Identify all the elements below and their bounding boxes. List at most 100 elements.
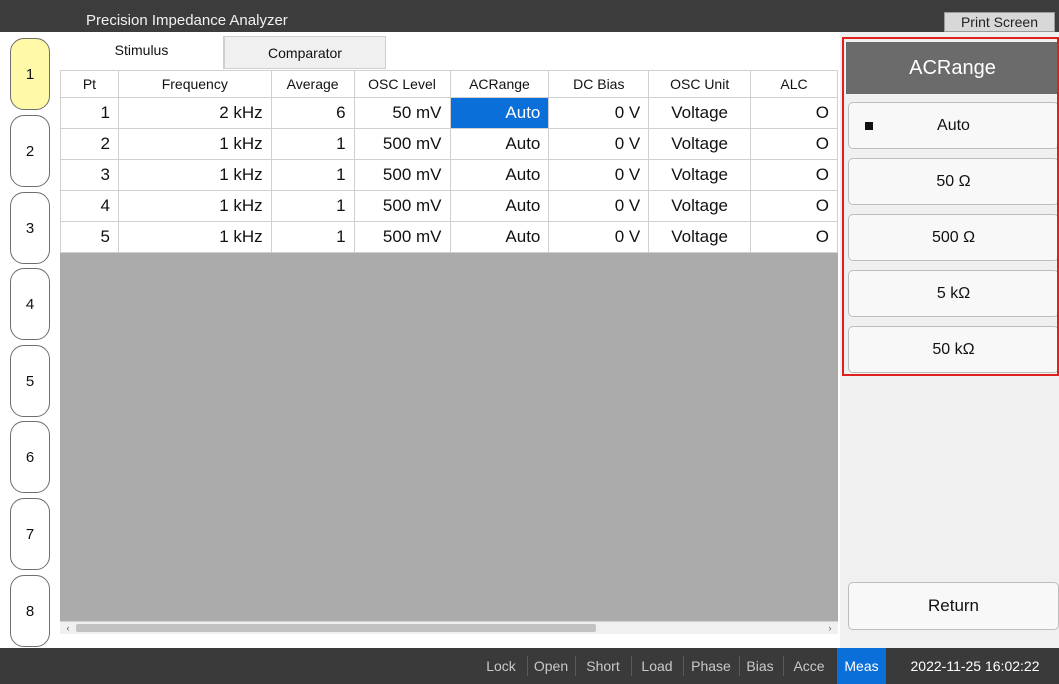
- column-header-average[interactable]: Average: [270, 70, 355, 98]
- status-acce: Acce: [793, 658, 825, 674]
- cell-average[interactable]: 6: [270, 97, 355, 129]
- channel-strip: 1 2 3 4 5 6 7 8: [0, 32, 60, 648]
- sweep-table-area: Pt Frequency Average OSC Level ACRange D…: [60, 70, 838, 621]
- channel-button-8[interactable]: 8: [10, 575, 50, 647]
- title-bar: Precision Impedance Analyzer Print Scree…: [0, 0, 1059, 32]
- cell-osc-unit[interactable]: Voltage: [648, 97, 752, 129]
- cell-average[interactable]: 1: [270, 128, 355, 160]
- column-header-osc-unit[interactable]: OSC Unit: [648, 70, 752, 98]
- cell-pt[interactable]: 4: [60, 190, 119, 222]
- scrollbar-thumb[interactable]: [76, 624, 596, 632]
- status-bar: Lock Open Short Load Phase Bias Acce Mea…: [0, 648, 1059, 684]
- column-header-dc-bias[interactable]: DC Bias: [548, 70, 650, 98]
- cell-osc-level[interactable]: 500 mV: [353, 221, 451, 253]
- column-header-frequency[interactable]: Frequency: [117, 70, 272, 98]
- cell-pt[interactable]: 5: [60, 221, 119, 253]
- status-bias: Bias: [746, 658, 774, 674]
- column-header-acrange[interactable]: ACRange: [449, 70, 550, 98]
- cell-pt[interactable]: 2: [60, 128, 119, 160]
- softkey-menu-title: ACRange: [846, 42, 1059, 94]
- cell-pt[interactable]: 1: [60, 97, 119, 129]
- return-button[interactable]: Return: [848, 582, 1059, 630]
- cell-acrange[interactable]: Auto: [449, 159, 550, 191]
- column-header-osc-level[interactable]: OSC Level: [353, 70, 451, 98]
- option-label: Auto: [937, 116, 970, 134]
- tab-stimulus[interactable]: Stimulus: [60, 36, 224, 69]
- table-row[interactable]: 3 1 kHz 1 500 mV Auto 0 V Voltage O: [60, 159, 838, 191]
- table-row[interactable]: 5 1 kHz 1 500 mV Auto 0 V Voltage O: [60, 221, 838, 253]
- column-header-pt[interactable]: Pt: [60, 70, 119, 98]
- cell-acrange-selected[interactable]: Auto: [449, 97, 550, 129]
- sweep-table: Pt Frequency Average OSC Level ACRange D…: [60, 70, 838, 253]
- channel-button-4[interactable]: 4: [10, 268, 50, 340]
- cell-alc[interactable]: O: [750, 190, 838, 222]
- option-label: 50 kΩ: [932, 340, 975, 358]
- cell-osc-level[interactable]: 500 mV: [353, 190, 451, 222]
- status-phase: Phase: [691, 658, 731, 674]
- cell-osc-level[interactable]: 50 mV: [353, 97, 451, 129]
- option-label: 50 Ω: [936, 172, 971, 190]
- cell-dc-bias[interactable]: 0 V: [548, 97, 650, 129]
- cell-dc-bias[interactable]: 0 V: [548, 221, 650, 253]
- cell-average[interactable]: 1: [270, 190, 355, 222]
- cell-frequency[interactable]: 1 kHz: [117, 190, 272, 222]
- option-label: 5 kΩ: [936, 284, 971, 302]
- cell-average[interactable]: 1: [270, 221, 355, 253]
- status-short: Short: [586, 658, 620, 674]
- cell-alc[interactable]: O: [750, 97, 838, 129]
- status-divider: [683, 656, 684, 676]
- channel-button-6[interactable]: 6: [10, 421, 50, 493]
- print-screen-button[interactable]: Print Screen: [944, 12, 1055, 32]
- cell-pt[interactable]: 3: [60, 159, 119, 191]
- channel-button-1[interactable]: 1: [10, 38, 50, 110]
- status-meas: Meas: [837, 648, 886, 684]
- cell-frequency[interactable]: 1 kHz: [117, 159, 272, 191]
- acrange-option-5k-ohm[interactable]: 5 kΩ: [848, 270, 1059, 317]
- status-lock: Lock: [486, 658, 516, 674]
- cell-frequency[interactable]: 1 kHz: [117, 221, 272, 253]
- table-row[interactable]: 1 2 kHz 6 50 mV Auto 0 V Voltage O: [60, 97, 838, 129]
- chevron-right-icon[interactable]: ›: [824, 622, 836, 634]
- tab-comparator[interactable]: Comparator: [224, 36, 386, 69]
- cell-dc-bias[interactable]: 0 V: [548, 128, 650, 160]
- option-label: 500 Ω: [931, 228, 976, 246]
- cell-osc-unit[interactable]: Voltage: [648, 221, 752, 253]
- acrange-option-auto[interactable]: Auto: [848, 102, 1059, 149]
- square-bullet-icon: [865, 122, 873, 130]
- channel-button-2[interactable]: 2: [10, 115, 50, 187]
- status-divider: [631, 656, 632, 676]
- cell-average[interactable]: 1: [270, 159, 355, 191]
- chevron-left-icon[interactable]: ‹: [62, 622, 74, 634]
- cell-frequency[interactable]: 2 kHz: [117, 97, 272, 129]
- cell-alc[interactable]: O: [750, 159, 838, 191]
- channel-button-5[interactable]: 5: [10, 345, 50, 417]
- cell-dc-bias[interactable]: 0 V: [548, 159, 650, 191]
- status-divider: [575, 656, 576, 676]
- cell-dc-bias[interactable]: 0 V: [548, 190, 650, 222]
- cell-frequency[interactable]: 1 kHz: [117, 128, 272, 160]
- cell-osc-level[interactable]: 500 mV: [353, 128, 451, 160]
- channel-button-3[interactable]: 3: [10, 192, 50, 264]
- cell-alc[interactable]: O: [750, 128, 838, 160]
- cell-osc-unit[interactable]: Voltage: [648, 159, 752, 191]
- channel-button-7[interactable]: 7: [10, 498, 50, 570]
- status-datetime: 2022-11-25 16:02:22: [910, 658, 1040, 674]
- cell-alc[interactable]: O: [750, 221, 838, 253]
- acrange-option-50-ohm[interactable]: 50 Ω: [848, 158, 1059, 205]
- cell-acrange[interactable]: Auto: [449, 128, 550, 160]
- cell-osc-unit[interactable]: Voltage: [648, 190, 752, 222]
- acrange-option-50k-ohm[interactable]: 50 kΩ: [848, 326, 1059, 373]
- cell-osc-level[interactable]: 500 mV: [353, 159, 451, 191]
- cell-acrange[interactable]: Auto: [449, 190, 550, 222]
- acrange-option-500-ohm[interactable]: 500 Ω: [848, 214, 1059, 261]
- table-row[interactable]: 2 1 kHz 1 500 mV Auto 0 V Voltage O: [60, 128, 838, 160]
- table-header-row: Pt Frequency Average OSC Level ACRange D…: [60, 70, 838, 98]
- cell-osc-unit[interactable]: Voltage: [648, 128, 752, 160]
- cell-acrange[interactable]: Auto: [449, 221, 550, 253]
- horizontal-scrollbar[interactable]: ‹ ›: [60, 621, 838, 634]
- status-divider: [783, 656, 784, 676]
- tab-bar: Stimulus Comparator: [60, 36, 840, 69]
- column-header-alc[interactable]: ALC: [750, 70, 838, 98]
- status-divider: [527, 656, 528, 676]
- table-row[interactable]: 4 1 kHz 1 500 mV Auto 0 V Voltage O: [60, 190, 838, 222]
